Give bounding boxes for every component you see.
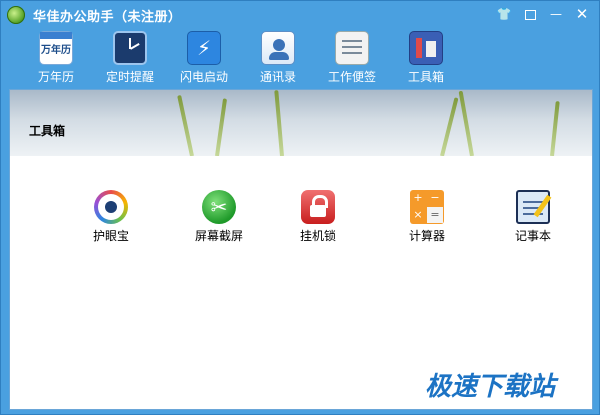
clock-icon [113, 31, 147, 65]
grass-banner: 工具箱 [10, 90, 592, 156]
scissors-icon: ✂ [202, 190, 236, 224]
grass-blade [550, 101, 560, 156]
grass-blade [215, 98, 228, 156]
main-toolbar: 万年历 万年历 定时提醒 ⚡ 闪电启动 通讯录 工作便签 工具箱 [1, 29, 599, 87]
calc-key-minus: − [430, 191, 440, 204]
tool-screenshot[interactable]: ✂ 屏幕截屏 [184, 190, 254, 250]
grass-blade [177, 94, 194, 156]
menu-icon [524, 9, 536, 20]
toolbar-quick-launch-label: 闪电启动 [179, 70, 228, 84]
app-window: 华佳办公助手（未注册） 👕 — ✕ 万年历 万年历 定时提醒 ⚡ 闪电启动 通讯… [0, 0, 600, 415]
section-title: 工具箱 [29, 124, 66, 138]
tool-calculator-label: 计算器 [408, 229, 445, 243]
calendar-icon: 万年历 [39, 31, 73, 65]
tool-notepad-label: 记事本 [514, 229, 551, 243]
calculator-icon: + − × = [410, 190, 444, 224]
calendar-icon-text: 万年历 [41, 45, 71, 56]
skin-button[interactable]: 👕 [493, 5, 515, 23]
tool-screenshot-label: 屏幕截屏 [194, 229, 243, 243]
app-logo-icon [7, 6, 25, 24]
calc-key-plus: + [413, 191, 423, 204]
title-bar[interactable]: 华佳办公助手（未注册） 👕 — ✕ [1, 1, 599, 29]
toolbar-reminder-label: 定时提醒 [105, 70, 154, 84]
toolbox-icon [409, 31, 443, 65]
toolbar-notes-label: 工作便签 [327, 70, 376, 84]
notepad-icon [516, 190, 550, 224]
tool-screen-lock-label: 挂机锁 [299, 229, 336, 243]
sticky-note-icon [335, 31, 369, 65]
toolbar-contacts[interactable]: 通讯录 [241, 29, 315, 87]
window-controls: 👕 — ✕ [493, 5, 593, 23]
site-watermark: 极速下载站 [425, 372, 556, 402]
toolbar-reminder[interactable]: 定时提醒 [93, 29, 167, 87]
close-button[interactable]: ✕ [571, 5, 593, 23]
calc-key-equals: = [427, 207, 443, 223]
toolbar-toolbox-label: 工具箱 [407, 70, 444, 84]
toolbar-notes[interactable]: 工作便签 [315, 29, 389, 87]
tool-grid: 护眼宝 ✂ 屏幕截屏 挂机锁 + − × = 计算器 记事本 [10, 190, 592, 250]
tool-eye-care[interactable]: 护眼宝 [76, 190, 146, 250]
menu-button[interactable] [519, 5, 541, 23]
minimize-button[interactable]: — [545, 5, 567, 23]
grass-blade [440, 97, 459, 156]
window-title: 华佳办公助手（未注册） [33, 10, 182, 25]
toolbar-calendar-label: 万年历 [37, 70, 74, 84]
grass-blade [458, 90, 474, 156]
tool-screen-lock[interactable]: 挂机锁 [283, 190, 353, 250]
toolbar-calendar[interactable]: 万年历 万年历 [19, 29, 93, 87]
lock-icon [301, 190, 335, 224]
tool-notepad[interactable]: 记事本 [498, 190, 568, 250]
grass-blade [274, 90, 284, 156]
toolbox-panel: 工具箱 护眼宝 ✂ 屏幕截屏 挂机锁 + − × = 计算器 记事本 [9, 89, 593, 410]
eye-care-icon [94, 190, 128, 224]
flash-icon: ⚡ [187, 31, 221, 65]
calc-key-times: × [413, 208, 423, 221]
toolbar-toolbox[interactable]: 工具箱 [389, 29, 463, 87]
tool-eye-care-label: 护眼宝 [92, 229, 129, 243]
tool-calculator[interactable]: + − × = 计算器 [392, 190, 462, 250]
toolbar-quick-launch[interactable]: ⚡ 闪电启动 [167, 29, 241, 87]
toolbar-contacts-label: 通讯录 [259, 70, 296, 84]
contacts-icon [261, 31, 295, 65]
